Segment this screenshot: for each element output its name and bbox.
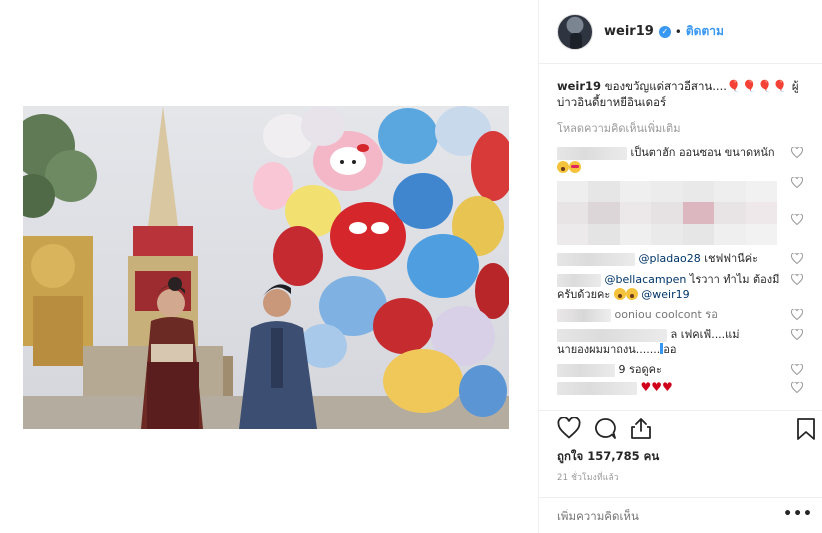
comment-like-heart-icon[interactable] xyxy=(791,147,803,158)
comment-like-heart-icon[interactable] xyxy=(791,274,803,285)
heart-eyes-emoji xyxy=(569,161,581,173)
share-upload-icon[interactable] xyxy=(629,417,653,439)
comment-mention[interactable]: @pladao28 xyxy=(639,252,701,265)
grinning-emoji xyxy=(613,288,626,300)
blurred-username xyxy=(557,252,635,266)
comment-item: @pladao28 เชฟฟานีค่ะ xyxy=(557,251,805,266)
blurred-username xyxy=(557,381,637,395)
comment-mention-2[interactable]: @weir19 xyxy=(641,288,689,301)
post-photo[interactable] xyxy=(23,106,509,429)
comment-text: ล เฟคเฟ้....แม่ xyxy=(670,328,740,341)
comment-item: ล เฟคเฟ้....แม่ นายองผมมาถงน....... ออ xyxy=(557,327,805,357)
blurred-comment-mosaic xyxy=(557,181,777,245)
comment-bubble-icon[interactable] xyxy=(593,417,617,439)
add-comment-bar: ••• xyxy=(539,497,822,533)
post-caption: weir19 ของขวัญแด่สาวอีสาน....🎈🎈🎈🎈 ผู้บ่า… xyxy=(557,78,805,110)
comment-text: 9 รอดูคะ xyxy=(618,363,662,376)
load-more-comments-link[interactable]: โหลดความคิดเห็นเพิ่มเติม xyxy=(557,119,805,137)
comment-item: เป็นตาฮัก ออนซอน ขนาดหนัก xyxy=(557,145,805,175)
comment-like-heart-icon[interactable] xyxy=(791,382,803,393)
comment-item: @bellacampen ไรวาา ทำไม ต้องมีครับด้วยคะ… xyxy=(557,272,805,302)
bookmark-icon[interactable] xyxy=(795,417,817,441)
astonished-emoji xyxy=(557,161,569,173)
post-timestamp[interactable]: 21 ชั่วโมงที่แล้ว xyxy=(557,470,619,484)
post-actions: ถูกใจ 157,785 คน 21 ชั่วโมงที่แล้ว ••• xyxy=(539,410,822,533)
action-icons xyxy=(557,417,653,439)
comment-like-heart-icon[interactable] xyxy=(791,329,803,340)
heart-outline-icon[interactable] xyxy=(557,417,581,439)
likes-count[interactable]: ถูกใจ 157,785 คน xyxy=(557,448,659,466)
comment-mention[interactable]: @bellacampen xyxy=(605,273,687,286)
add-comment-input[interactable] xyxy=(557,509,757,523)
comment-like-heart-icon[interactable] xyxy=(791,364,803,375)
username-link[interactable]: weir19 xyxy=(604,24,654,39)
blurred-username xyxy=(557,273,601,287)
comment-like-heart-icon[interactable] xyxy=(791,214,803,225)
comment-like-heart-icon[interactable] xyxy=(791,177,803,188)
comment-text: เชฟฟานีค่ะ xyxy=(704,252,758,265)
comments-list[interactable]: weir19 ของขวัญแด่สาวอีสาน....🎈🎈🎈🎈 ผู้บ่า… xyxy=(539,64,822,410)
caption-text: ของขวัญแด่สาวอีสาน.... xyxy=(604,79,727,93)
photo-illustration xyxy=(23,106,509,429)
comment-text-tail: ออ xyxy=(663,343,677,356)
comment-item-blurred xyxy=(557,177,805,245)
post-header: weir19 ✓ • ติดตาม xyxy=(539,0,822,64)
post-media-area xyxy=(0,0,538,533)
comment-text: นายองผมมาถงน....... xyxy=(557,343,661,356)
separator-dot: • xyxy=(674,24,682,39)
blurred-username xyxy=(557,363,615,377)
comment-text-line2: นายองผมมาถงน....... ออ xyxy=(557,342,783,357)
caption-balloon-emoji: 🎈🎈🎈🎈 xyxy=(726,79,789,93)
comment-item: ooniou coolcont รอ xyxy=(557,307,805,322)
post-side-panel: weir19 ✓ • ติดตาม weir19 ของขวัญแด่สาวอี… xyxy=(538,0,822,533)
comment-like-heart-icon[interactable] xyxy=(791,309,803,320)
more-options-icon[interactable]: ••• xyxy=(783,506,813,522)
verified-badge-icon: ✓ xyxy=(658,25,671,38)
comment-item: 9 รอดูคะ xyxy=(557,362,805,377)
blurred-username xyxy=(557,146,627,160)
comment-like-heart-icon[interactable] xyxy=(791,253,803,264)
red-hearts-emoji: ♥♥♥ xyxy=(640,380,673,394)
caption-username[interactable]: weir19 xyxy=(557,79,601,93)
comment-text: เป็นตาฮัก ออนซอน ขนาดหนัก xyxy=(630,146,775,159)
blurred-username xyxy=(557,308,611,322)
comment-text: ooniou coolcont รอ xyxy=(614,308,718,321)
blurred-username xyxy=(557,328,667,342)
avatar[interactable] xyxy=(557,13,593,50)
grinning-emoji xyxy=(625,288,638,300)
comment-item: ♥♥♥ xyxy=(557,380,805,395)
follow-button[interactable]: ติดตาม xyxy=(686,22,724,41)
